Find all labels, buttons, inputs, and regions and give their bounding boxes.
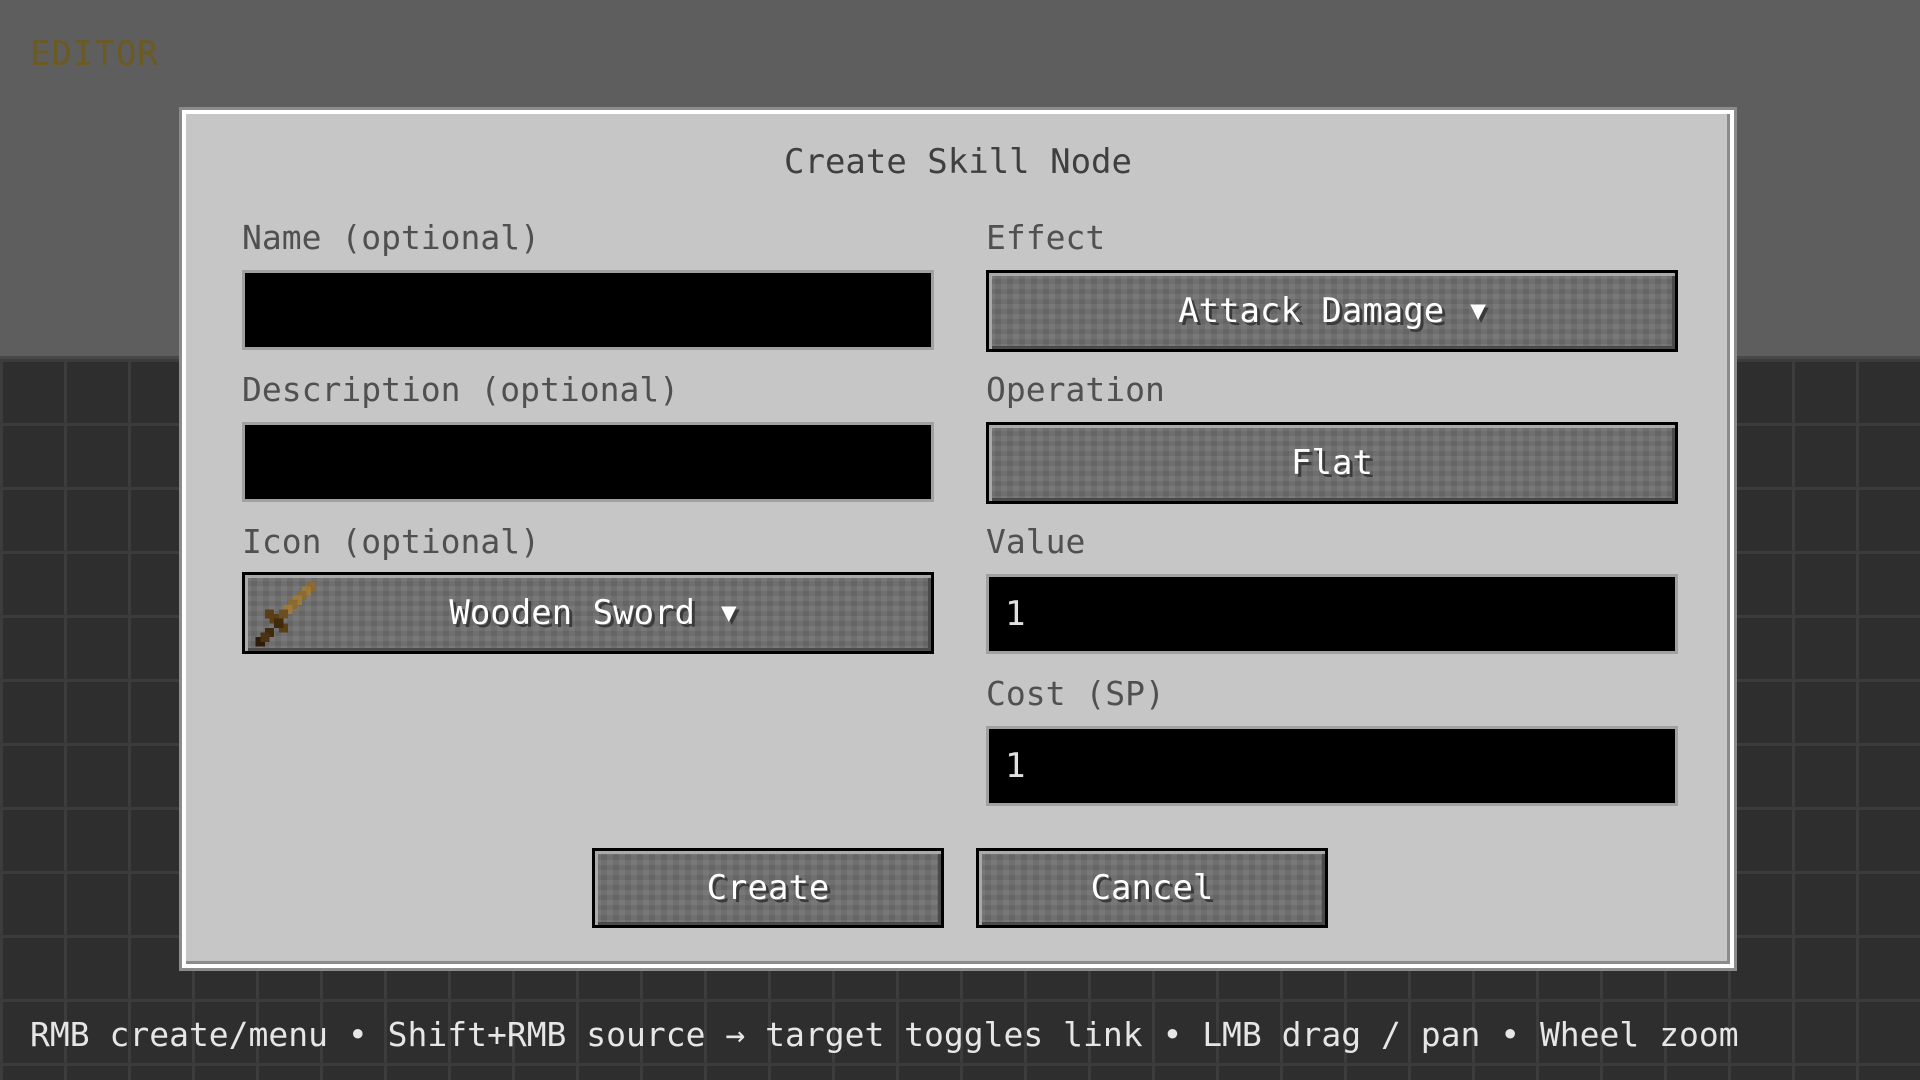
effect-label: Effect: [986, 218, 1106, 257]
icon-label: Icon (optional): [242, 522, 541, 561]
icon-dropdown[interactable]: Wooden Sword ▼: [242, 572, 934, 654]
operation-label: Operation: [986, 370, 1165, 409]
chevron-down-icon: ▼: [720, 598, 737, 628]
cost-input[interactable]: 1: [986, 726, 1678, 806]
operation-button[interactable]: Flat: [986, 422, 1678, 504]
name-label: Name (optional): [242, 218, 541, 257]
value-label: Value: [986, 522, 1086, 561]
dialog-title: Create Skill Node: [784, 142, 1132, 182]
chevron-down-icon: ▼: [1470, 296, 1486, 326]
cancel-button[interactable]: Cancel: [976, 848, 1328, 928]
editor-screen: EDITOR RMB create/menu • Shift+RMB sourc…: [0, 0, 1920, 1080]
value-input[interactable]: 1: [986, 574, 1678, 654]
editor-title: EDITOR: [30, 34, 159, 74]
effect-dropdown[interactable]: Attack Damage ▼: [986, 270, 1678, 352]
description-input[interactable]: [242, 422, 934, 502]
description-label: Description (optional): [242, 370, 680, 409]
controls-hint: RMB create/menu • Shift+RMB source → tar…: [30, 1015, 1739, 1054]
create-button[interactable]: Create: [592, 848, 944, 928]
icon-dropdown-label: Wooden Sword: [449, 593, 695, 633]
wooden-sword-icon: [255, 581, 316, 647]
operation-button-label: Flat: [1291, 443, 1373, 483]
cost-label: Cost (SP): [986, 674, 1165, 713]
name-input[interactable]: [242, 270, 934, 350]
effect-dropdown-label: Attack Damage: [1178, 291, 1445, 331]
create-skill-node-dialog: Create Skill Node Name (optional) Descri…: [182, 110, 1734, 968]
